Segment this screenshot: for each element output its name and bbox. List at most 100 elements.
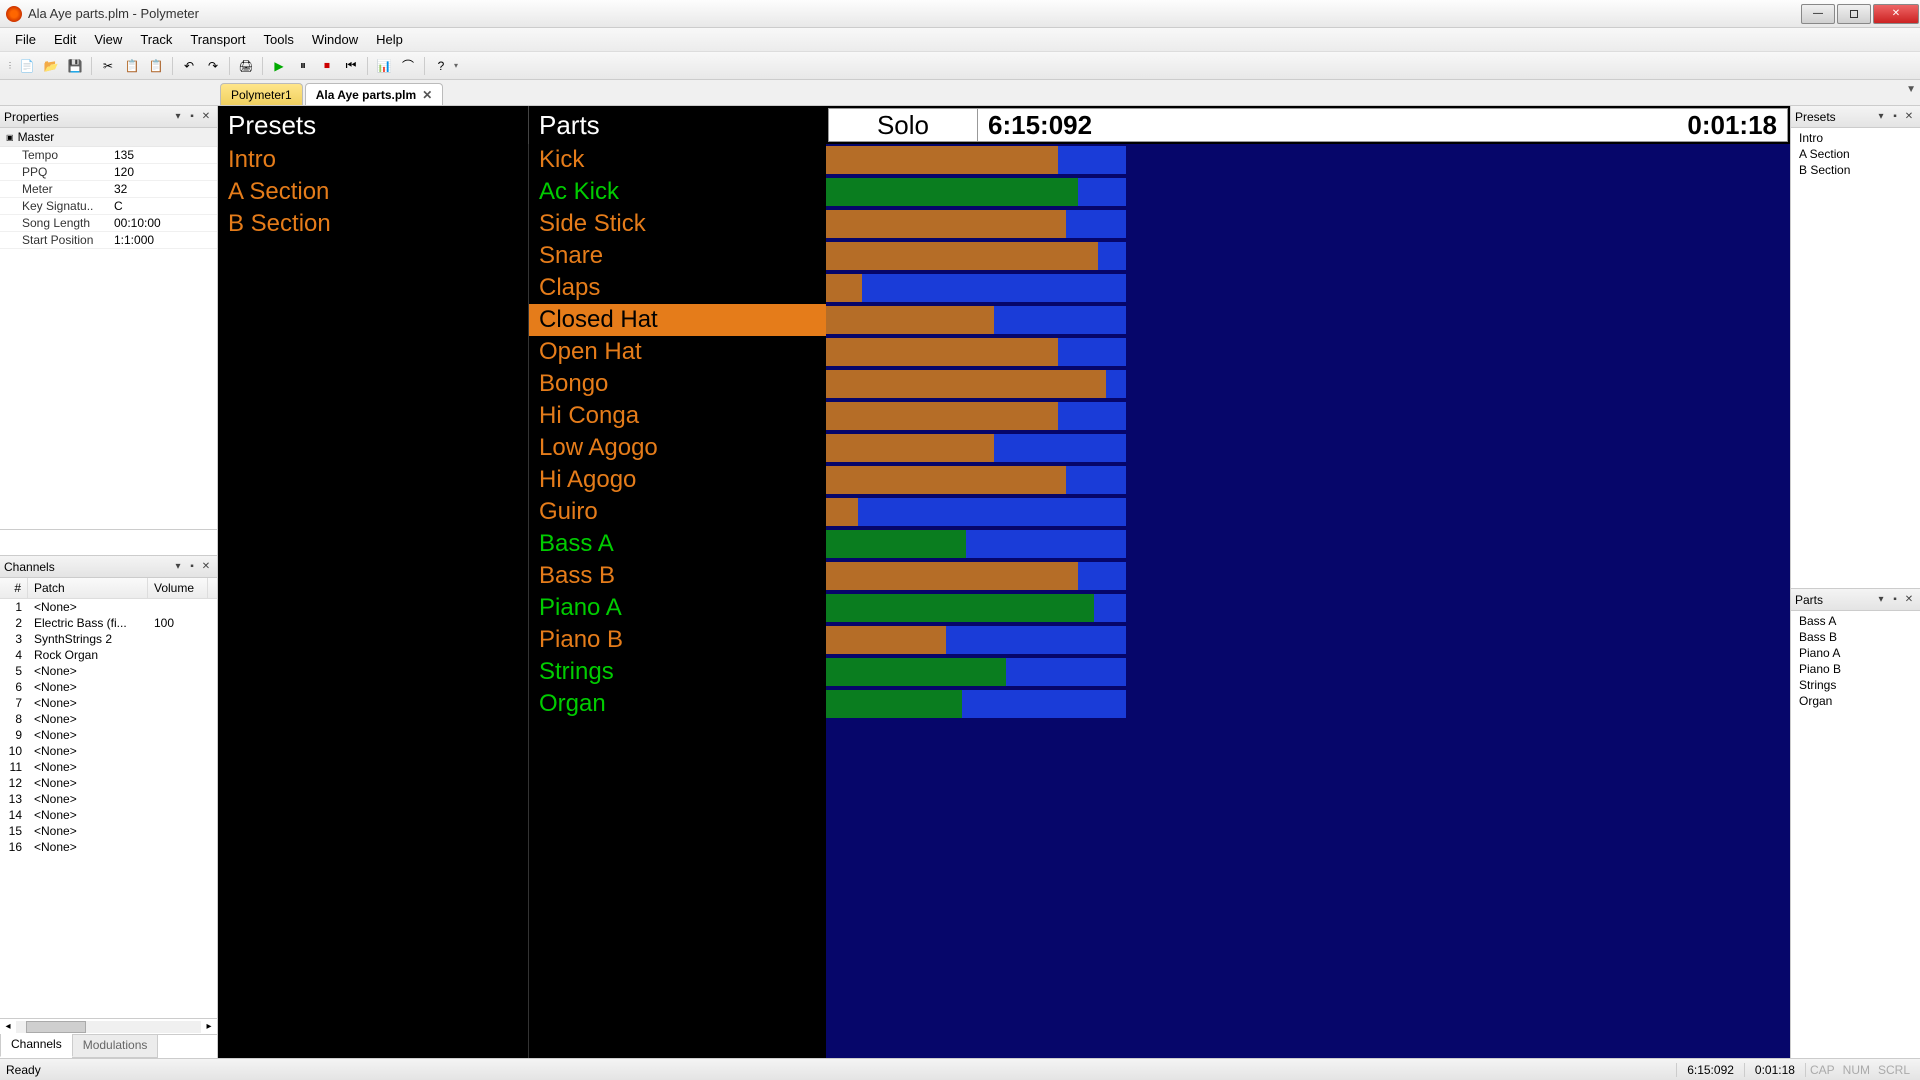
channel-patch[interactable]: <None>	[28, 743, 148, 759]
track-row[interactable]	[826, 496, 1790, 528]
part-item[interactable]: Hi Agogo	[529, 464, 826, 496]
toolbar-button-0[interactable]: 📄	[16, 55, 38, 77]
channel-volume[interactable]	[148, 631, 208, 647]
channel-row[interactable]: 14<None>	[0, 807, 217, 823]
channel-row[interactable]: 8<None>	[0, 711, 217, 727]
panel-dropdown-icon[interactable]: ▾	[171, 110, 185, 124]
track-row[interactable]	[826, 336, 1790, 368]
part-item[interactable]: Bongo	[529, 368, 826, 400]
track-row[interactable]	[826, 144, 1790, 176]
channel-volume[interactable]: 100	[148, 615, 208, 631]
channel-patch[interactable]: <None>	[28, 711, 148, 727]
track-segment[interactable]	[826, 434, 994, 462]
track-segment[interactable]	[858, 498, 1126, 526]
track-segment[interactable]	[994, 434, 1126, 462]
part-item[interactable]: Open Hat	[529, 336, 826, 368]
property-row[interactable]: PPQ120	[0, 164, 217, 181]
menu-file[interactable]: File	[6, 30, 45, 49]
track-row[interactable]	[826, 304, 1790, 336]
col-header-number[interactable]: #	[0, 578, 28, 598]
toolbar-button-21[interactable]: ?	[430, 55, 452, 77]
property-row[interactable]: Key Signatu..C	[0, 198, 217, 215]
menu-track[interactable]: Track	[131, 30, 181, 49]
panel-close-icon[interactable]: ✕	[199, 560, 213, 574]
maximize-button[interactable]	[1837, 4, 1871, 24]
track-segment[interactable]	[826, 594, 1094, 622]
right-part-item[interactable]: Piano B	[1791, 661, 1920, 677]
menu-tools[interactable]: Tools	[255, 30, 303, 49]
channel-row[interactable]: 6<None>	[0, 679, 217, 695]
track-row[interactable]	[826, 272, 1790, 304]
track-row[interactable]	[826, 368, 1790, 400]
panel-pin-icon[interactable]: ▪	[185, 110, 199, 124]
channel-patch[interactable]: <None>	[28, 663, 148, 679]
right-part-item[interactable]: Bass A	[1791, 613, 1920, 629]
menu-view[interactable]: View	[85, 30, 131, 49]
channel-row[interactable]: 10<None>	[0, 743, 217, 759]
toolbar-button-5[interactable]: 📋	[121, 55, 143, 77]
toolbar-button-16[interactable]: ⏮	[340, 55, 362, 77]
toolbar-button-19[interactable]: ⌒	[397, 55, 419, 77]
part-item[interactable]: Strings	[529, 656, 826, 688]
solo-button[interactable]: Solo	[828, 108, 978, 142]
channel-volume[interactable]	[148, 727, 208, 743]
channel-patch[interactable]: Rock Organ	[28, 647, 148, 663]
property-value[interactable]: 32	[110, 182, 217, 196]
part-item[interactable]: Closed Hat	[529, 304, 826, 336]
minimize-button[interactable]: —	[1801, 4, 1835, 24]
toolbar-button-4[interactable]: ✂	[97, 55, 119, 77]
toolbar-grip[interactable]: ⋮	[6, 61, 14, 70]
channel-patch[interactable]: <None>	[28, 679, 148, 695]
property-row[interactable]: Tempo135	[0, 147, 217, 164]
track-segment[interactable]	[826, 274, 862, 302]
file-tab[interactable]: Polymeter1	[220, 83, 303, 105]
panel-close-icon[interactable]: ✕	[1902, 110, 1916, 124]
track-segment[interactable]	[826, 306, 994, 334]
track-segment[interactable]	[1058, 146, 1126, 174]
channel-volume[interactable]	[148, 663, 208, 679]
channel-row[interactable]: 15<None>	[0, 823, 217, 839]
track-row[interactable]	[826, 592, 1790, 624]
channel-patch[interactable]: <None>	[28, 791, 148, 807]
track-segment[interactable]	[826, 562, 1078, 590]
channel-volume[interactable]	[148, 807, 208, 823]
part-item[interactable]: Side Stick	[529, 208, 826, 240]
right-preset-item[interactable]: B Section	[1791, 162, 1920, 178]
channel-row[interactable]: 11<None>	[0, 759, 217, 775]
toolbar-button-15[interactable]: ⏹	[316, 55, 338, 77]
track-row[interactable]	[826, 400, 1790, 432]
track-segment[interactable]	[826, 466, 1066, 494]
property-value[interactable]: 00:10:00	[110, 216, 217, 230]
track-segment[interactable]	[826, 530, 966, 558]
tab-modulations[interactable]: Modulations	[72, 1035, 159, 1058]
track-segment[interactable]	[1006, 658, 1126, 686]
track-row[interactable]	[826, 656, 1790, 688]
property-row[interactable]: Song Length00:10:00	[0, 215, 217, 232]
part-item[interactable]: Organ	[529, 688, 826, 720]
channel-patch[interactable]: <None>	[28, 775, 148, 791]
channel-patch[interactable]: <None>	[28, 823, 148, 839]
scroll-left-icon[interactable]: ◂	[0, 1021, 16, 1032]
part-item[interactable]: Bass B	[529, 560, 826, 592]
track-segment[interactable]	[994, 306, 1126, 334]
toolbar-button-11[interactable]: 🖨	[235, 55, 257, 77]
track-segment[interactable]	[826, 626, 946, 654]
track-segment[interactable]	[826, 370, 1106, 398]
track-row[interactable]	[826, 464, 1790, 496]
channel-volume[interactable]	[148, 599, 208, 615]
track-segment[interactable]	[826, 338, 1058, 366]
panel-pin-icon[interactable]: ▪	[1888, 110, 1902, 124]
channel-volume[interactable]	[148, 759, 208, 775]
property-value[interactable]: 120	[110, 165, 217, 179]
track-segment[interactable]	[1078, 562, 1126, 590]
property-row[interactable]: Meter32	[0, 181, 217, 198]
preset-item[interactable]: B Section	[218, 208, 528, 240]
menu-help[interactable]: Help	[367, 30, 412, 49]
right-preset-item[interactable]: Intro	[1791, 130, 1920, 146]
track-row[interactable]	[826, 208, 1790, 240]
track-row[interactable]	[826, 240, 1790, 272]
part-item[interactable]: Piano B	[529, 624, 826, 656]
tab-close-icon[interactable]: ✕	[422, 88, 432, 102]
part-item[interactable]: Bass A	[529, 528, 826, 560]
track-row[interactable]	[826, 528, 1790, 560]
